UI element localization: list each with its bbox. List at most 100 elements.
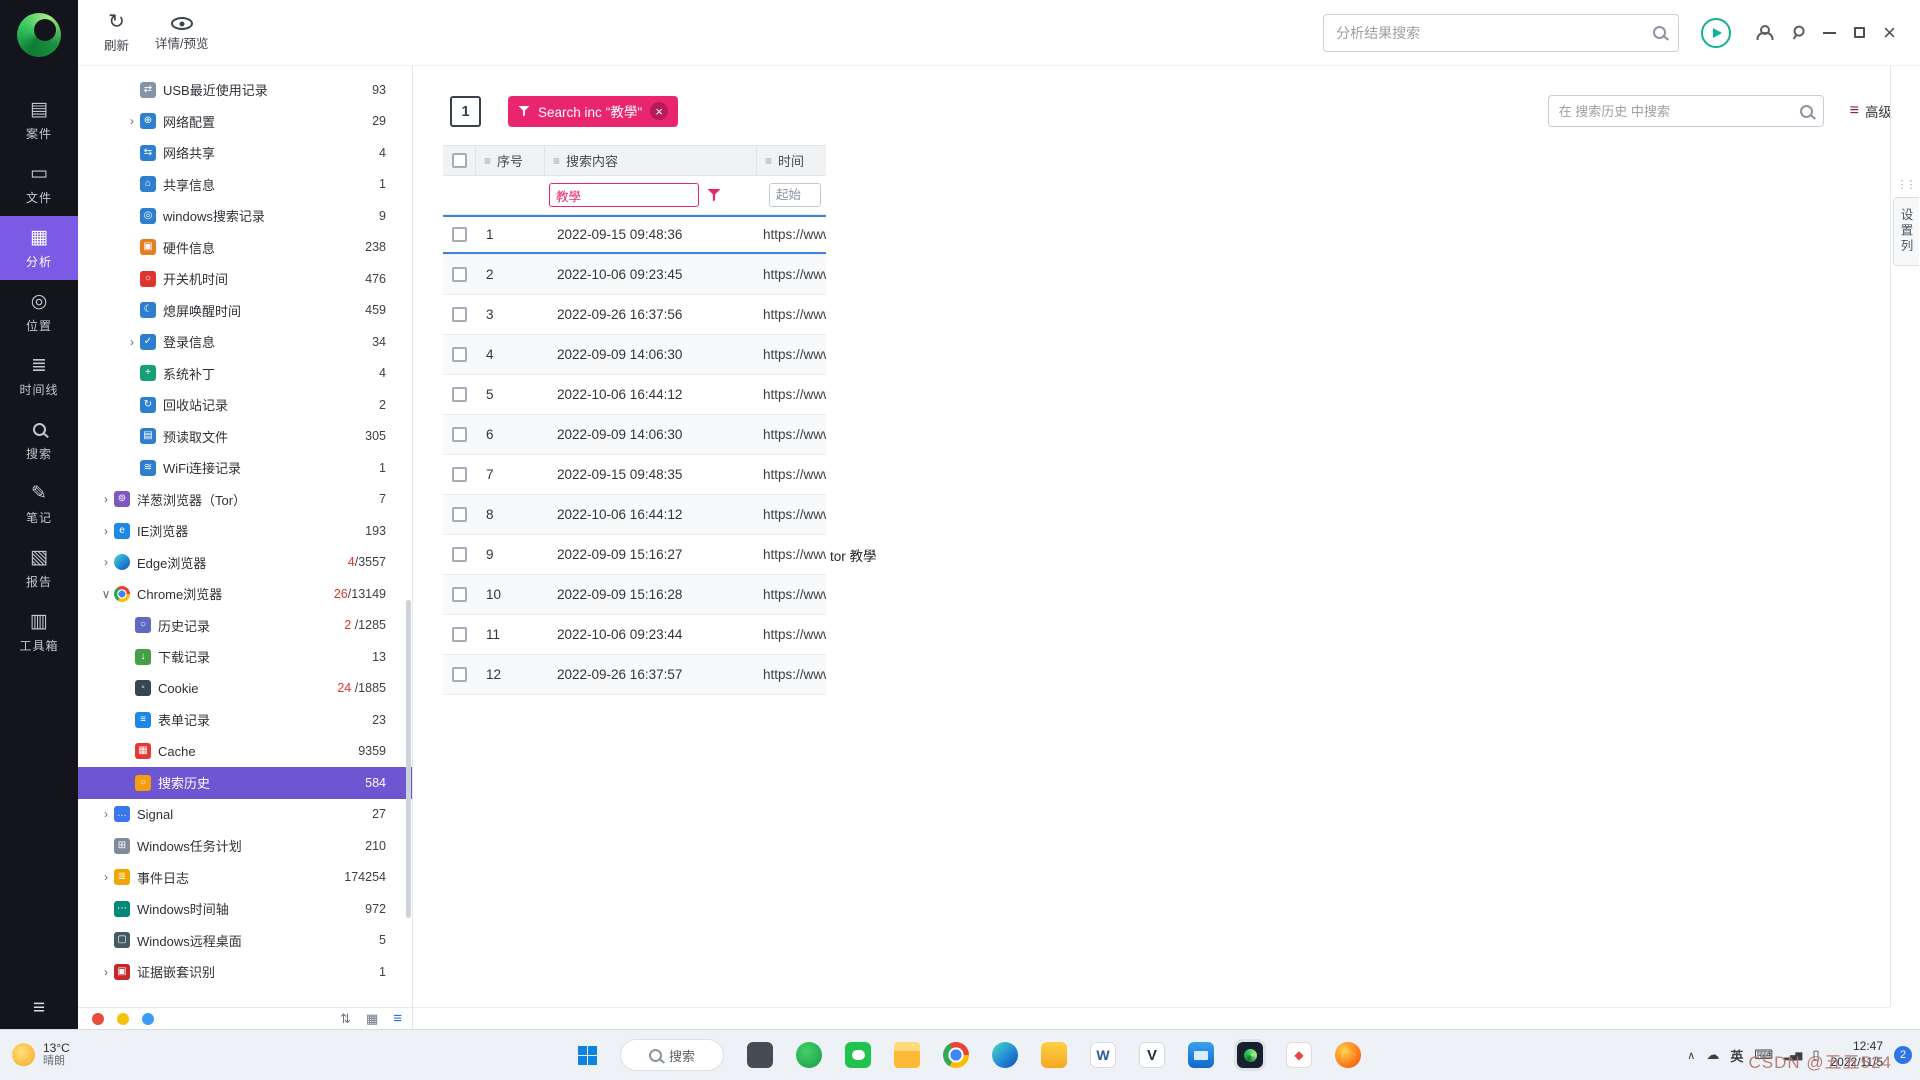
browser-flame-icon[interactable] [1335, 1042, 1361, 1068]
time-start-filter-input[interactable] [769, 183, 821, 207]
tree-item[interactable]: ▦ Cache 9359 [78, 736, 412, 768]
tree-item[interactable]: › Edge浏览器 4/3557 [78, 547, 412, 579]
tree-scrollbar[interactable] [406, 600, 411, 918]
notification-badge[interactable]: 2 [1894, 1046, 1912, 1064]
tree-item[interactable]: › e IE浏览器 193 [78, 515, 412, 547]
pin-icon[interactable] [1787, 22, 1808, 43]
tree-item[interactable]: ▤ 预读取文件 305 [78, 421, 412, 453]
tree-item[interactable]: ◦ Cookie 24 /1885 [78, 673, 412, 705]
row-checkbox[interactable] [452, 347, 467, 362]
tree-item[interactable]: › ≣ 事件日志 174254 [78, 862, 412, 894]
tree-item[interactable]: ↻ 回收站记录 2 [78, 389, 412, 421]
expand-arrow-icon[interactable]: ∨ [98, 587, 114, 601]
local-search-input[interactable] [1559, 104, 1800, 119]
result-tab-1[interactable]: 1 [450, 96, 481, 127]
tree-item[interactable]: ⋯ Windows时间轴 972 [78, 893, 412, 925]
tree-item[interactable]: ∨ Chrome浏览器 26/13149 [78, 578, 412, 610]
tree-item[interactable]: ≋ WiFi连接记录 1 [78, 452, 412, 484]
menu-icon[interactable] [0, 996, 78, 1020]
close-button[interactable] [1883, 22, 1896, 44]
ime-icon[interactable]: ⌨ [1754, 1047, 1773, 1063]
refresh-button[interactable]: 刷新 [104, 12, 129, 54]
column-menu-icon[interactable] [484, 154, 491, 168]
rail-item[interactable]: ✎ 笔记 [0, 472, 78, 536]
remove-filter-icon[interactable] [650, 102, 668, 120]
column-settings-button[interactable]: 设置列 [1893, 197, 1919, 266]
language-indicator[interactable]: 英 [1730, 1046, 1743, 1065]
rail-item[interactable]: ◎ 位置 [0, 280, 78, 344]
status-dot[interactable] [117, 1013, 129, 1025]
tree-item[interactable]: ⌂ 共享信息 1 [78, 169, 412, 201]
tree-item[interactable]: ≡ 表单记录 23 [78, 704, 412, 736]
column-header[interactable]: 序号 [476, 146, 545, 175]
column-menu-icon[interactable] [553, 154, 560, 168]
global-search-input[interactable] [1336, 25, 1653, 41]
tree-item[interactable]: ○ 历史记录 2 /1285 [78, 610, 412, 642]
expand-arrow-icon[interactable]: › [124, 335, 140, 349]
keyword-filter-input[interactable] [549, 183, 699, 207]
minimize-button[interactable] [1823, 32, 1836, 34]
user-icon[interactable] [1757, 25, 1772, 40]
row-checkbox[interactable] [452, 547, 467, 562]
screenshot-tool-icon[interactable] [747, 1042, 773, 1068]
remote-desktop-app-icon[interactable] [1188, 1042, 1214, 1068]
grid-view-icon[interactable] [366, 1011, 378, 1027]
preview-button[interactable]: 详情/预览 [155, 13, 208, 52]
tree-item[interactable]: ☾ 熄屏唤醒时间 459 [78, 295, 412, 327]
tree-item[interactable]: › … Signal 27 [78, 799, 412, 831]
yellow-app-icon[interactable] [1041, 1042, 1067, 1068]
row-checkbox[interactable] [452, 267, 467, 282]
keyword-filter-funnel-icon[interactable] [707, 189, 721, 202]
column-menu-icon[interactable] [765, 154, 772, 168]
cloud-icon[interactable]: ☁ [1706, 1047, 1719, 1063]
v-app-icon[interactable]: V [1139, 1042, 1165, 1068]
send-icon[interactable] [1701, 18, 1731, 48]
network-icon[interactable]: ▂▄▆ [1784, 1050, 1801, 1061]
rail-item[interactable]: ▭ 文件 [0, 152, 78, 216]
row-checkbox[interactable] [452, 507, 467, 522]
file-explorer-icon[interactable] [894, 1042, 920, 1068]
tree-item[interactable]: › ▣ 证据嵌套识别 1 [78, 956, 412, 988]
doc-app-icon[interactable]: W [1090, 1042, 1116, 1068]
tree-item[interactable]: ⇆ 网络共享 4 [78, 137, 412, 169]
tree-item[interactable]: ⊞ Windows任务计划 210 [78, 830, 412, 862]
expand-arrow-icon[interactable]: › [98, 870, 114, 884]
restore-button[interactable] [1854, 27, 1865, 38]
start-button[interactable] [578, 1046, 597, 1065]
search-icon[interactable] [1653, 26, 1666, 39]
expand-arrow-icon[interactable]: › [98, 555, 114, 569]
rail-item[interactable]: ≣ 时间线 [0, 344, 78, 408]
tree-item[interactable]: ↓ 下载记录 13 [78, 641, 412, 673]
tree-item[interactable]: + 系统补丁 4 [78, 358, 412, 390]
status-dot[interactable] [92, 1013, 104, 1025]
tree-item[interactable]: ▣ 硬件信息 238 [78, 232, 412, 264]
rail-item[interactable]: ▦ 分析 [0, 216, 78, 280]
chevron-up-icon[interactable]: ∧ [1687, 1049, 1695, 1062]
battery-icon[interactable]: ▯ [1812, 1047, 1819, 1063]
row-checkbox[interactable] [452, 427, 467, 442]
wechat-icon[interactable] [845, 1042, 871, 1068]
row-checkbox[interactable] [452, 467, 467, 482]
row-checkbox[interactable] [452, 307, 467, 322]
tree-item[interactable]: ○ 搜索历史 584 [78, 767, 412, 799]
rail-item[interactable]: 搜索 [0, 408, 78, 472]
drag-handle-icon[interactable] [1897, 178, 1915, 191]
expand-collapse-icon[interactable] [340, 1011, 351, 1027]
tree-item[interactable]: ○ 开关机时间 476 [78, 263, 412, 295]
active-filter-chip[interactable]: Search inc "教學" [508, 96, 678, 127]
edge-icon[interactable] [992, 1042, 1018, 1068]
table-row[interactable]: 12 tor 教學 2022-09-26 16:37:57 https://ww… [443, 655, 1157, 695]
chrome-icon[interactable] [943, 1042, 969, 1068]
weather-widget[interactable]: 13°C 晴朗 [12, 1041, 70, 1069]
expand-arrow-icon[interactable]: › [98, 807, 114, 821]
rail-item[interactable]: ▤ 案件 [0, 88, 78, 152]
taskbar-search[interactable]: 搜索 [620, 1039, 724, 1071]
forensics-app-icon[interactable] [1237, 1042, 1263, 1068]
tree-item[interactable]: ◎ windows搜索记录 9 [78, 200, 412, 232]
rail-item[interactable]: ▥ 工具箱 [0, 600, 78, 664]
expand-arrow-icon[interactable]: › [98, 965, 114, 979]
column-header[interactable]: 搜索内容 [545, 146, 757, 175]
tree-item[interactable]: ▢ Windows远程桌面 5 [78, 925, 412, 957]
status-dot[interactable] [142, 1013, 154, 1025]
select-all-checkbox[interactable] [452, 153, 467, 168]
